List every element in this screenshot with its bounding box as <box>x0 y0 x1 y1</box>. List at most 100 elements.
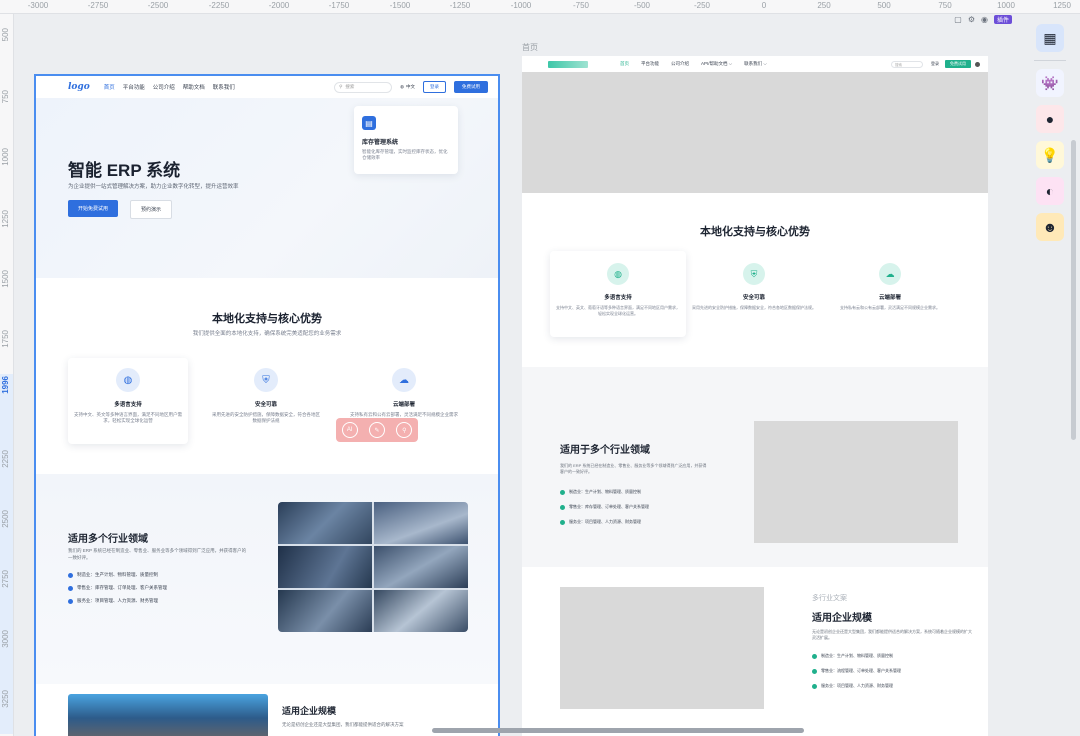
ruler-tick: -2250 <box>208 1 230 10</box>
list-item: 制造业：生产计划、物料管理、质量控制 <box>560 489 649 495</box>
warehouse-photo <box>374 590 468 632</box>
industries-list: 制造业：生产计划、物料管理、质量控制 零售业：库存管理、订单处理、客户关系管理 … <box>68 572 167 611</box>
login-button[interactable]: 登录 <box>423 81 446 93</box>
site-logo[interactable]: logo <box>68 82 90 92</box>
cloud-icon: ☁ <box>879 263 901 285</box>
character-avatar-icon[interactable]: ◐ <box>1036 177 1064 205</box>
design-frame-selected[interactable]: logo 首页 平台功能 公司介绍 帮助文档 联系我们 ⚲ 搜索 ◍ 中文 登录 免… <box>34 74 500 736</box>
nav-link-docs[interactable]: 帮助文档 <box>183 83 205 91</box>
frame-label[interactable]: 首页 <box>522 42 538 53</box>
magic-wand-icon[interactable]: ✎ <box>368 422 385 438</box>
ruler-tick: 1500 <box>1 270 10 288</box>
warehouse-photo <box>374 546 468 588</box>
scale-list: 制造业：生产计划、物料管理、质量控制 零售业：流程管理、订单处理、客户关系管理 … <box>812 653 901 698</box>
feature-card-security: ⛨ 安全可靠 采用先进的安全防护措施，保障数据安全，符合各地区数据保护法规 <box>206 358 326 444</box>
plugin-tag[interactable]: 插件 <box>993 15 1012 24</box>
search-input[interactable]: ⚲ 搜索 <box>334 81 393 93</box>
hero-subtitle: 为企业提供一站式管理解决方案，助力企业数字化转型，提升运营效率 <box>68 184 239 190</box>
list-item: 零售业：流程管理、订单处理、客户关系管理 <box>812 668 901 674</box>
ruler-tick: 3250 <box>1 690 10 708</box>
preview-frame[interactable]: 首页 平台功能 公司介绍 API/帮助文档 ⌵ 联系我们 ⌵ 搜索 登录 免费试… <box>522 56 988 736</box>
list-item-label: 服务业：项目管理、人力资源、财务管理 <box>569 519 641 524</box>
search-placeholder: 搜索 <box>345 84 355 89</box>
login-button[interactable]: 登录 <box>931 61 939 67</box>
globe-icon: ◍ <box>607 263 629 285</box>
warehouse-photo <box>278 502 372 544</box>
hero-section: 智能 ERP 系统 为企业提供一站式管理解决方案，助力企业数字化转型，提升运营效… <box>36 98 498 278</box>
vertical-scrollbar[interactable] <box>1071 140 1076 440</box>
nav-link-features[interactable]: 平台功能 <box>641 61 659 67</box>
ai-icon[interactable]: AI <box>341 422 358 438</box>
list-item-label: 制造业：生产计划、物料管理、质量控制 <box>569 489 641 494</box>
nav-link-home[interactable]: 首页 <box>104 83 115 91</box>
nav-link-contact[interactable]: 联系我们 <box>213 83 235 91</box>
feature-desc: 支持中文、英文、葡萄牙语等多种语言界面，满足不同地区用户需求，轻松实现全球化运营… <box>556 305 680 316</box>
divider <box>1034 60 1066 61</box>
inventory-card-title: 库存管理系统 <box>362 140 399 146</box>
robot-avatar-icon[interactable]: ☻ <box>1036 213 1064 241</box>
nav-link-docs[interactable]: API/帮助文档 ⌵ <box>701 61 732 67</box>
comment-icon[interactable]: ▢ <box>954 15 962 24</box>
ai-image-toolbar: AI ✎ ⚲ <box>336 418 418 442</box>
globe-icon: ◍ <box>116 368 140 392</box>
ruler-selection-highlight <box>0 374 13 734</box>
settings-icon[interactable]: ⚙ <box>968 15 975 24</box>
user-avatar-icon[interactable] <box>975 61 980 67</box>
cloud-icon: ☁ <box>392 368 416 392</box>
free-trial-button[interactable]: 免费试用 <box>945 60 971 68</box>
bullet-icon <box>68 585 73 591</box>
plugin-sidebar: ▦ 👾 ● 💡 ◐ ☻ <box>1028 20 1072 260</box>
bulb-avatar-icon[interactable]: 💡 <box>1036 141 1064 169</box>
scale-desc: 无论是初创企业还是大型集团，我们都能提供适合的解决方案，系统可随着企业规模的扩大… <box>812 629 972 640</box>
ruler-tick: 3000 <box>1 630 10 648</box>
ruler-tick: 1250 <box>1053 1 1071 10</box>
list-item-label: 制造业：生产计划、物料管理、质量控制 <box>821 653 893 658</box>
help-icon[interactable]: ◉ <box>981 15 988 24</box>
image-placeholder <box>560 587 764 709</box>
hero-title: 智能 ERP 系统 <box>68 161 181 180</box>
feature-title: 多语言支持 <box>114 402 142 408</box>
industries-desc: 我们的 ERP 系统已经在制造业、零售业、服务业等多个领域得到广泛应用，并获得客… <box>560 463 707 474</box>
nav-link-home[interactable]: 首页 <box>620 61 629 67</box>
layout-icon[interactable]: ▦ <box>1036 24 1064 52</box>
ruler-tick: 750 <box>938 1 952 10</box>
free-trial-button[interactable]: 免费试用 <box>454 81 488 93</box>
list-item: 服务业：项目管理、人力资源、财务管理 <box>812 683 901 689</box>
search-input[interactable]: 搜索 <box>891 60 923 68</box>
ruler-tick: -1250 <box>449 1 471 10</box>
globe-icon: ◍ <box>400 84 404 89</box>
ruler-tick: -3000 <box>27 1 49 10</box>
ball-avatar-icon[interactable]: ● <box>1036 105 1064 133</box>
nav-link-contact[interactable]: 联系我们 ⌵ <box>744 61 767 67</box>
vertical-ruler: 500 750 1000 1250 1500 1750 1996 2250 25… <box>0 14 14 736</box>
feature-card-security: ⛨ 安全可靠 采用先进的安全防护措施，保障数据安全，符合各地区数据保护法规。 <box>686 251 822 337</box>
site-logo[interactable] <box>548 60 588 68</box>
feature-title: 安全可靠 <box>742 295 765 301</box>
scale-kicker: 多行业文案 <box>812 595 847 602</box>
advantages-title: 本地化支持与核心优势 <box>212 313 322 325</box>
nav-link-about[interactable]: 公司介绍 <box>153 83 175 91</box>
book-demo-button[interactable]: 预约演示 <box>130 200 173 219</box>
monster-avatar-icon[interactable]: 👾 <box>1036 69 1064 97</box>
feature-card-cloud: ☁ 云端部署 支持私有云和公有云部署，灵活满足不同规模企业需求。 <box>822 251 958 337</box>
feature-desc: 支持私有云和公有云部署，灵活满足不同规模企业需求。 <box>840 305 940 310</box>
feature-title: 多语言支持 <box>604 295 632 301</box>
ruler-tick: 2500 <box>1 510 10 528</box>
ruler-tick: -2500 <box>147 1 169 10</box>
industries-desc: 我们的 ERP 系统已经在制造业、零售业、服务业等多个领域得到广泛应用，并获得客… <box>68 548 247 560</box>
office-photo <box>68 694 268 736</box>
scale-section: 适用企业规模 无论是初创企业还是大型集团，我们都能提供适合的解决方案 <box>36 684 498 736</box>
list-item: 零售业：库存管理、订单处理、客户关系管理 <box>68 585 167 591</box>
horizontal-scrollbar[interactable] <box>432 728 804 733</box>
search-icon[interactable]: ⚲ <box>396 422 413 438</box>
ruler-tick: -500 <box>633 1 651 10</box>
start-trial-button[interactable]: 开始免费试用 <box>68 200 119 217</box>
nav-link-features[interactable]: 平台功能 <box>123 83 145 91</box>
industries-list: 制造业：生产计划、物料管理、质量控制 零售业：库存管理、订单处理、客户关系管理 … <box>560 489 649 534</box>
advantages-subtitle: 我们提供全面的本地化支持，确保系统完美适配您的业务需求 <box>192 331 342 337</box>
nav-link-about[interactable]: 公司介绍 <box>671 61 689 67</box>
language-switch[interactable]: ◍ 中文 <box>400 84 415 90</box>
ruler-tick: 2750 <box>1 570 10 588</box>
shield-icon: ⛨ <box>743 263 765 285</box>
scale-title: 适用企业规模 <box>282 706 337 716</box>
